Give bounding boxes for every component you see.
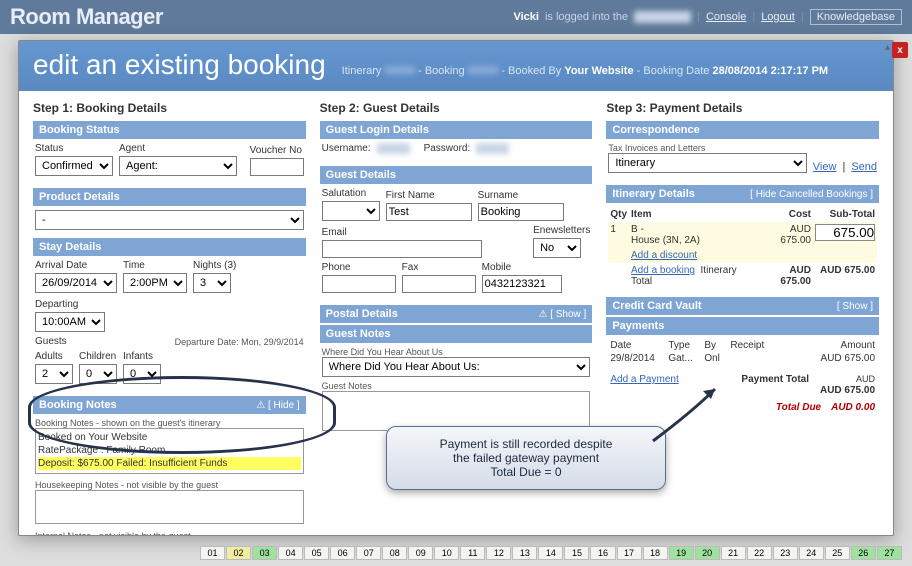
firstname-input[interactable]	[386, 203, 472, 221]
children-select[interactable]: 0	[79, 364, 117, 384]
add-booking-link[interactable]: Add a booking	[631, 265, 695, 276]
hide-notes-link[interactable]: [ Hide ]	[268, 400, 300, 411]
app-header: Room Manager Vicki is logged into the xx…	[0, 0, 912, 34]
email-input[interactable]	[322, 240, 482, 258]
internal-hint: Internal Notes - not visible by the gues…	[35, 531, 304, 536]
warning-icon: ⚠	[538, 309, 547, 320]
total-due-value: AUD 0.00	[831, 402, 875, 413]
logged-into-text: is logged into the	[545, 11, 628, 23]
step2-heading: Step 2: Guest Details	[320, 101, 593, 115]
nights-select[interactable]: 3	[193, 273, 231, 293]
header-right: Vicki is logged into the xxxxxx | Consol…	[513, 9, 902, 25]
cc-vault-header: Credit Card Vault[ Show ]	[606, 297, 879, 315]
agent-select[interactable]: Agent:	[119, 156, 237, 176]
surname-input[interactable]	[478, 203, 564, 221]
show-vault-link[interactable]: [ Show ]	[837, 301, 873, 312]
annotation-callout: Payment is still recorded despite the fa…	[386, 426, 666, 490]
departing-time-select[interactable]: 10:00AM	[35, 312, 105, 332]
arrival-time-select[interactable]: 2:00PM	[123, 273, 187, 293]
total-due-label: Total Due	[776, 402, 821, 413]
mobile-input[interactable]	[482, 275, 562, 293]
infants-select[interactable]: 0	[123, 364, 161, 384]
username-blurred: x	[377, 143, 410, 154]
status-select[interactable]: Confirmed	[35, 156, 113, 176]
guest-notes-textarea[interactable]	[322, 391, 591, 431]
product-select[interactable]: -	[35, 210, 304, 230]
step1-column: Step 1: Booking Details Booking Status S…	[33, 101, 306, 515]
password-blurred: x	[476, 143, 509, 154]
step1-heading: Step 1: Booking Details	[33, 101, 306, 115]
hide-cancelled-link[interactable]: [ Hide Cancelled Bookings ]	[750, 189, 873, 200]
modal-meta: Itinerary 00000 - Booking 00000 - Booked…	[342, 65, 828, 77]
close-icon[interactable]: x	[892, 42, 908, 58]
product-details-header: Product Details	[33, 188, 306, 206]
send-link[interactable]: Send	[851, 161, 877, 173]
fax-input[interactable]	[402, 275, 476, 293]
adults-select[interactable]: 2	[35, 364, 73, 384]
postal-details-header: Postal Details⚠ [ Show ]	[320, 305, 593, 323]
subtotal-input[interactable]	[815, 224, 875, 241]
arrow-icon	[643, 371, 733, 461]
view-link[interactable]: View	[813, 161, 837, 173]
payments-header: Payments	[606, 317, 879, 335]
app-title: Room Manager	[10, 4, 163, 30]
arrival-date-select[interactable]: 26/09/2014	[35, 273, 117, 293]
booking-notes-header: Booking Notes ⚠ [ Hide ]	[33, 396, 306, 414]
logout-link[interactable]: Logout	[761, 11, 795, 23]
payment-row: 29/8/2014 Gat... Onl AUD 675.00	[608, 352, 877, 365]
guest-details-header: Guest Details	[320, 166, 593, 184]
add-discount-link[interactable]: Add a discount	[631, 250, 755, 261]
itinerary-table: QtyItemCostSub-Total 1 B -House (3N, 2A)…	[608, 207, 877, 289]
console-link[interactable]: Console	[706, 11, 746, 23]
itinerary-row: 1 B -House (3N, 2A) Add a discount AUD 6…	[608, 222, 877, 263]
guest-notes-header: Guest Notes	[320, 325, 593, 343]
wdyh-select[interactable]: Where Did You Hear About Us:	[322, 357, 591, 377]
salutation-select[interactable]	[322, 201, 380, 221]
booking-status-header: Booking Status	[33, 121, 306, 139]
step3-heading: Step 3: Payment Details	[606, 101, 879, 115]
housekeeping-notes-textarea[interactable]	[35, 490, 304, 524]
warning-icon: ⚠	[256, 400, 265, 411]
voucher-input[interactable]	[250, 158, 304, 176]
departure-note: Departure Date: Mon, 29/9/2014	[175, 337, 304, 347]
booking-notes-textarea[interactable]: Booked on Your Website RatePackage : Fam…	[35, 428, 304, 474]
modal-title-bar: edit an existing booking Itinerary 00000…	[19, 41, 893, 91]
booking-notes-hint: Booking Notes - shown on the guest's iti…	[35, 418, 304, 428]
calendar-strip: 0102030405060708091011121314151617181920…	[200, 546, 902, 560]
phone-input[interactable]	[322, 275, 396, 293]
stay-details-header: Stay Details	[33, 238, 306, 256]
modal-title: edit an existing booking	[33, 49, 326, 81]
show-postal-link[interactable]: [ Show ]	[550, 309, 586, 320]
knowledgebase-link[interactable]: Knowledgebase	[810, 9, 902, 25]
itinerary-details-header: Itinerary Details[ Hide Cancelled Bookin…	[606, 185, 879, 203]
housekeeping-hint: Housekeeping Notes - not visible by the …	[35, 480, 304, 490]
correspondence-select[interactable]: Itinerary	[608, 153, 806, 173]
enews-select[interactable]: No	[533, 238, 581, 258]
failed-deposit-line: Deposit: $675.00 Failed: Insufficient Fu…	[38, 457, 301, 470]
guest-login-header: Guest Login Details	[320, 121, 593, 139]
scroll-up-icon[interactable]: ▴	[885, 42, 890, 53]
user-name: Vicki	[513, 11, 539, 23]
tenant-name-blurred: xxxxxx	[634, 11, 691, 23]
correspondence-header: Correspondence	[606, 121, 879, 139]
